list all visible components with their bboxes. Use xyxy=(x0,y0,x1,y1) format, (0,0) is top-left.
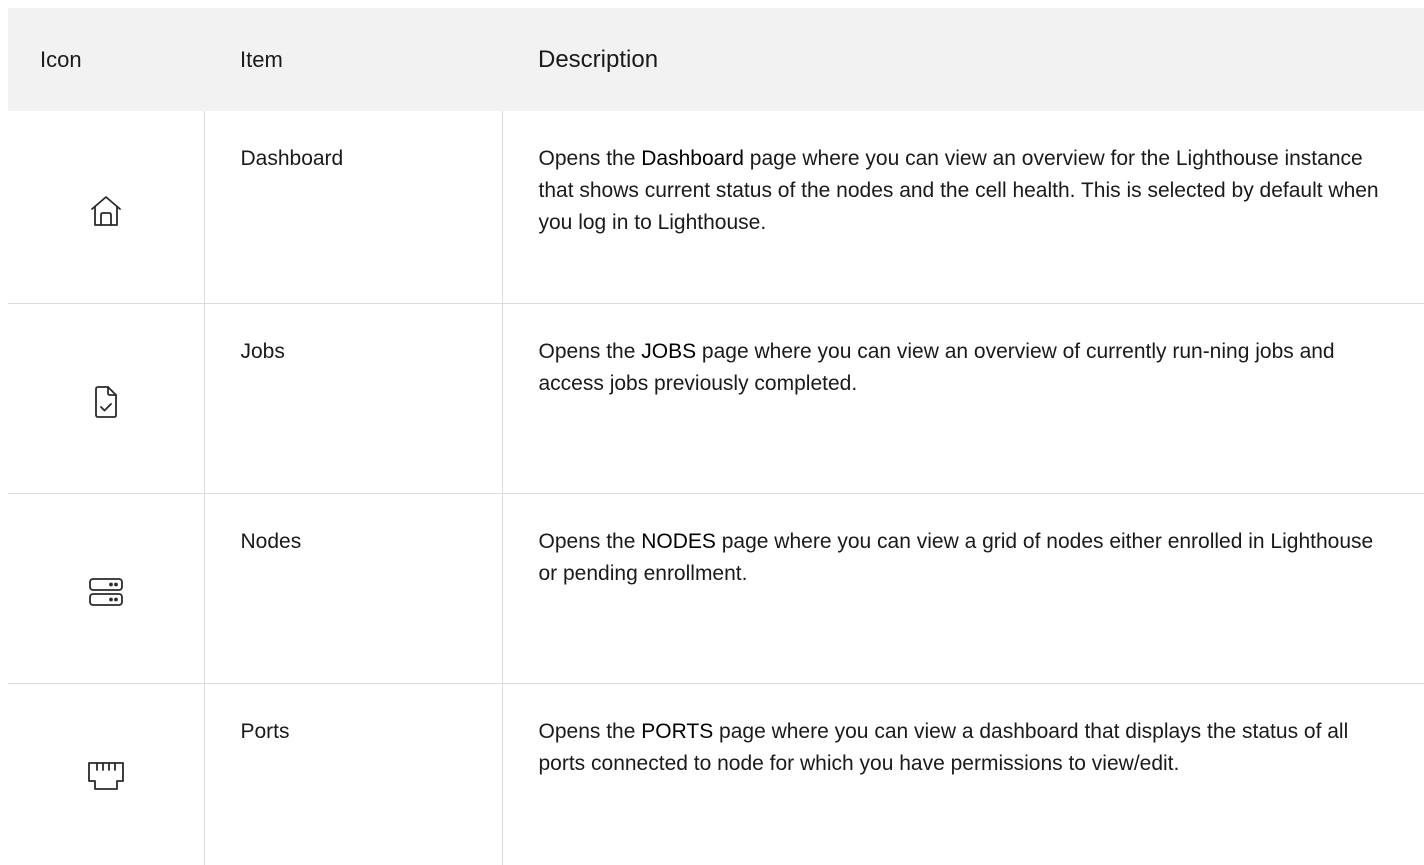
home-icon xyxy=(90,195,121,226)
item-description: Opens the NODES page where you can view … xyxy=(501,493,1424,684)
table-body: Dashboard Opens the Dashboard page where… xyxy=(8,111,1424,865)
table-row-dashboard: Dashboard Opens the Dashboard page where… xyxy=(8,111,1424,304)
table-row-nodes: Nodes Opens the NODES page where you can… xyxy=(8,493,1424,684)
navigation-items-table: Icon Item Description Dashboard Opens th… xyxy=(8,8,1424,865)
description-text: Opens the xyxy=(538,529,642,553)
item-description: Opens the JOBS page where you can view a… xyxy=(501,303,1424,494)
description-text: Opens the xyxy=(538,339,642,363)
item-column-header: Item xyxy=(240,46,283,72)
server-icon xyxy=(88,578,123,606)
table-row-ports: Ports Opens the PORTS page where you can… xyxy=(8,683,1424,865)
file-check-icon xyxy=(94,386,117,418)
description-keyword: NODES xyxy=(641,529,716,553)
icon-cell xyxy=(8,493,204,684)
icon-cell xyxy=(8,303,204,494)
description-keyword: JOBS xyxy=(641,339,697,363)
table-row-jobs: Jobs Opens the JOBS page where you can v… xyxy=(8,303,1424,494)
item-description: Opens the Dashboard page where you can v… xyxy=(501,111,1424,304)
table-header: Icon Item Description xyxy=(8,8,1424,111)
description-keyword: Dashboard xyxy=(641,147,744,170)
icon-cell xyxy=(8,683,204,865)
description-text: Opens the xyxy=(538,719,642,743)
header-row: Icon Item Description xyxy=(8,8,1424,111)
ethernet-port-icon xyxy=(87,762,124,791)
icon-column-header: Icon xyxy=(40,46,82,72)
item-label: Ports xyxy=(203,683,502,865)
item-label: Nodes xyxy=(203,493,502,684)
description-keyword: PORTS xyxy=(641,719,714,743)
description-column-header: Description xyxy=(538,45,659,73)
item-label: Jobs xyxy=(203,303,502,494)
description-text: Opens the xyxy=(538,147,642,170)
icon-cell xyxy=(8,111,204,304)
item-label: Dashboard xyxy=(203,111,502,304)
item-description: Opens the PORTS page where you can view … xyxy=(501,683,1424,865)
